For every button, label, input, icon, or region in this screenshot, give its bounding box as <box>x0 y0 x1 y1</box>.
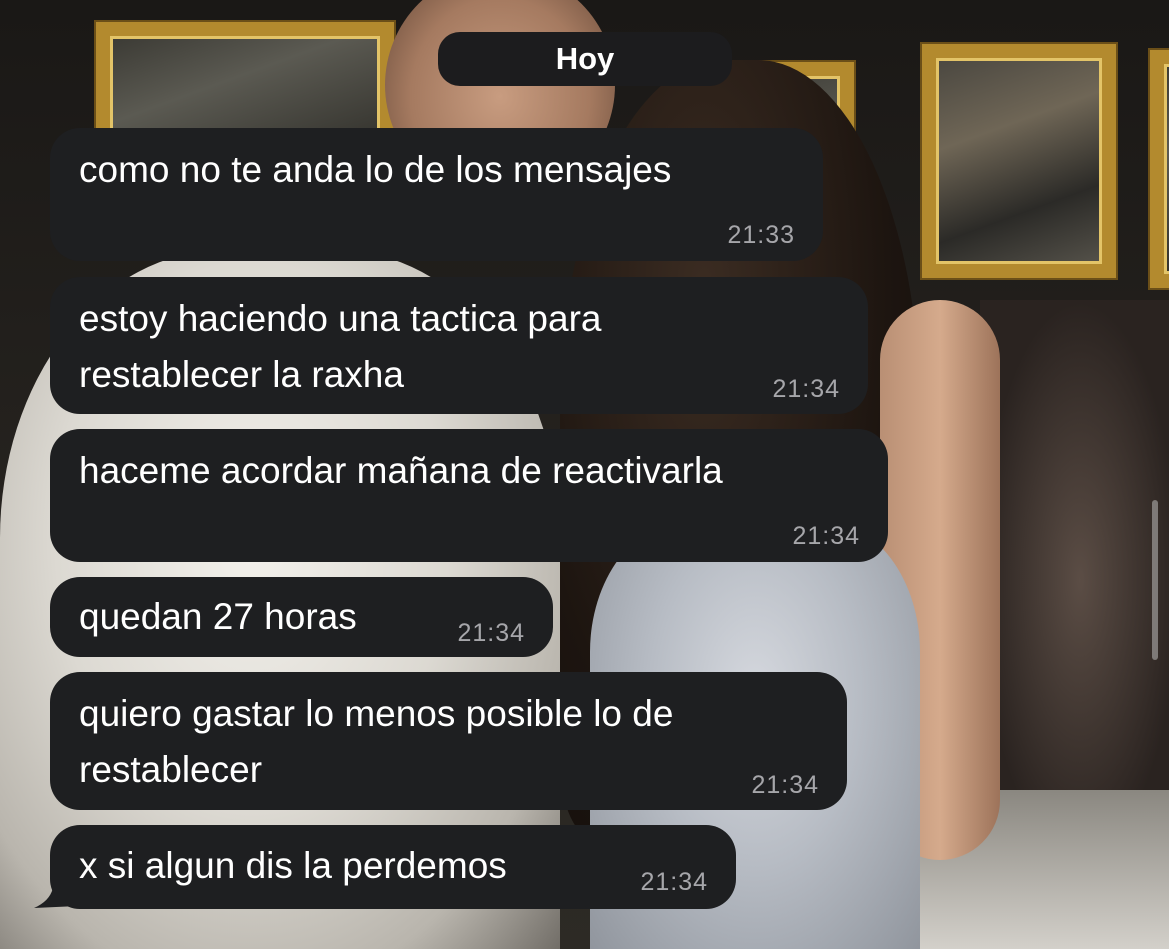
wallpaper-picture-frame <box>922 44 1116 278</box>
message-timestamp: 21:33 <box>727 221 795 249</box>
message-bubble[interactable]: haceme acordar mañana de reactivarla 21:… <box>50 429 888 562</box>
message-timestamp: 21:34 <box>457 619 525 647</box>
message-text: quedan 27 horas <box>79 596 357 637</box>
message-text: como no te anda lo de los mensajes <box>79 149 672 190</box>
message-text: restablecer <box>79 749 263 790</box>
message-timestamp: 21:34 <box>751 771 819 799</box>
message-timestamp: 21:34 <box>792 522 860 550</box>
message-bubble[interactable]: quedan 27 horas 21:34 <box>50 577 553 657</box>
wallpaper-background-people <box>980 300 1169 860</box>
message-text: estoy haciendo una tactica para <box>79 298 602 339</box>
message-bubble-tail <box>34 880 78 908</box>
message-bubble[interactable]: x si algun dis la perdemos 21:34 <box>50 825 736 909</box>
message-bubble[interactable]: estoy haciendo una tactica para restable… <box>50 277 868 414</box>
message-text: haceme acordar mañana de reactivarla <box>79 450 723 491</box>
message-timestamp: 21:34 <box>640 868 708 896</box>
message-text: restablecer la raxha <box>79 354 404 395</box>
message-timestamp: 21:34 <box>772 375 840 403</box>
scroll-indicator[interactable] <box>1152 500 1158 660</box>
message-text: x si algun dis la perdemos <box>79 845 507 886</box>
message-bubble[interactable]: quiero gastar lo menos posible lo de res… <box>50 672 847 810</box>
date-separator: Hoy <box>438 32 732 86</box>
message-bubble[interactable]: como no te anda lo de los mensajes 21:33 <box>50 128 823 261</box>
date-separator-label: Hoy <box>555 41 615 76</box>
message-text: quiero gastar lo menos posible lo de <box>79 693 674 734</box>
wallpaper-picture-frame <box>1150 50 1169 288</box>
